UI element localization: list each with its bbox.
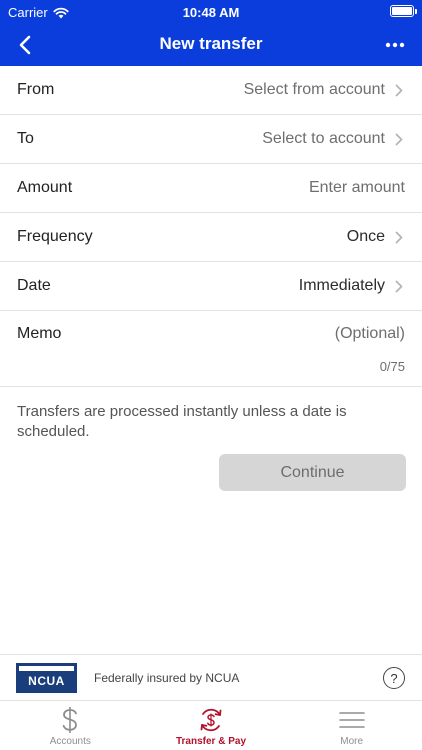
ellipsis-icon [385, 42, 405, 48]
chevron-right-icon [395, 84, 405, 97]
back-button[interactable] [10, 30, 40, 60]
help-icon[interactable]: ? [383, 667, 405, 689]
memo-input[interactable]: (Optional) [335, 325, 405, 343]
to-account-row[interactable]: To Select to account [0, 115, 422, 164]
tab-more[interactable]: More [281, 701, 422, 750]
insurance-footer: NCUA Federally insured by NCUA ? [0, 654, 422, 700]
status-time: 10:48 AM [182, 5, 240, 20]
tab-more-label: More [340, 736, 364, 747]
more-options-button[interactable] [380, 30, 410, 60]
tab-accounts[interactable]: Accounts [0, 701, 141, 750]
transfer-form: From Select from account To Select to ac… [0, 66, 422, 387]
frequency-label: Frequency [17, 228, 93, 245]
memo-row[interactable]: Memo (Optional) 0/75 [0, 311, 422, 387]
page-title: New transfer [159, 34, 263, 53]
tab-accounts-label: Accounts [49, 736, 91, 747]
tab-bar: Accounts Transfer & Pay More [0, 700, 422, 750]
memo-label: Memo [17, 325, 62, 342]
tab-transfer-pay[interactable]: Transfer & Pay [141, 701, 282, 750]
chevron-right-icon [395, 280, 405, 293]
frequency-value: Once [346, 228, 385, 245]
date-row[interactable]: Date Immediately [0, 262, 422, 311]
date-label: Date [17, 277, 51, 294]
from-label: From [17, 81, 55, 98]
chevron-right-icon [395, 133, 405, 146]
from-value: Select from account [243, 81, 385, 98]
chevron-left-icon [19, 35, 31, 55]
status-bar: Carrier 10:48 AM [0, 0, 422, 24]
tab-transfer-pay-label: Transfer & Pay [175, 736, 247, 747]
from-account-row[interactable]: From Select from account [0, 66, 422, 115]
frequency-row[interactable]: Frequency Once [0, 213, 422, 262]
date-value: Immediately [298, 277, 385, 294]
navigation-bar: New transfer [0, 24, 422, 66]
to-value: Select to account [262, 130, 385, 147]
ncua-logo-text: NCUA [28, 674, 65, 688]
insured-text: Federally insured by NCUA [94, 671, 240, 685]
chevron-right-icon [395, 231, 405, 244]
amount-row[interactable]: Amount Enter amount [0, 164, 422, 213]
to-label: To [17, 130, 34, 147]
hamburger-icon [338, 706, 365, 734]
battery-icon [390, 5, 417, 17]
amount-input[interactable]: Enter amount [309, 179, 405, 197]
transfer-pay-icon [197, 706, 225, 734]
continue-button[interactable]: Continue [219, 454, 406, 491]
processing-notice: Transfers are processed instantly unless… [17, 403, 347, 440]
ncua-logo: NCUA [16, 663, 77, 693]
top-bar: Carrier 10:48 AM New transfer [0, 0, 422, 66]
dollar-icon [60, 706, 80, 734]
amount-label: Amount [17, 179, 73, 196]
memo-character-counter: 0/75 [379, 359, 405, 374]
